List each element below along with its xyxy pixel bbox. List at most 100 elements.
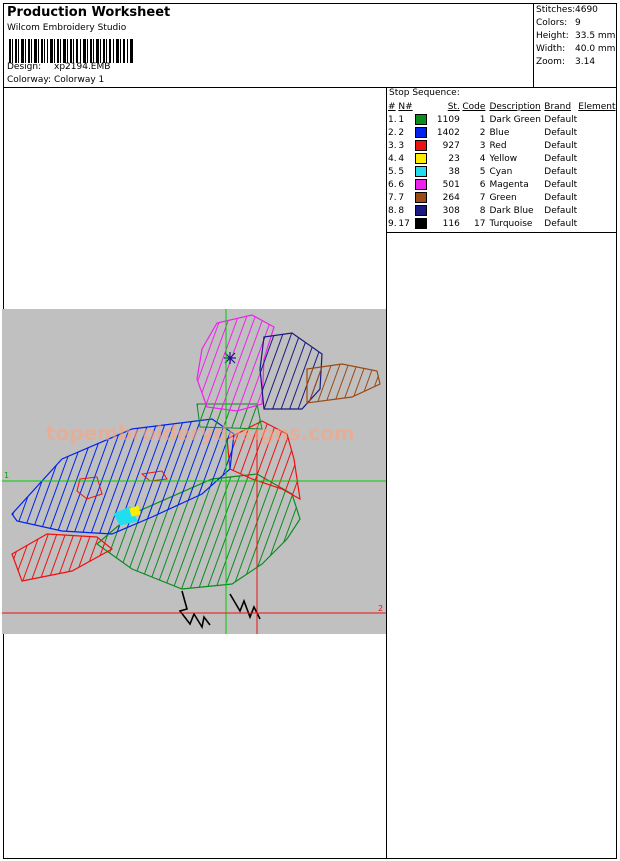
- row-brand: Default: [544, 192, 578, 203]
- table-row: 4. 4 23 4 Yellow Default: [387, 152, 617, 165]
- stop-sequence-title: Stop Sequence:: [389, 88, 460, 98]
- marker-2: 2: [378, 604, 383, 613]
- stat-value: 4690: [575, 5, 598, 15]
- row-element: [578, 126, 617, 139]
- colorway-label: Colorway:: [7, 75, 52, 85]
- row-brand: Default: [544, 127, 578, 138]
- row-element: [578, 165, 617, 178]
- row-brand: Default: [544, 179, 578, 190]
- stat-zoom: Zoom: 3.14: [536, 57, 595, 67]
- row-needle: 7: [398, 192, 405, 203]
- duck-foot-left: [178, 590, 211, 630]
- stop-sequence-panel: Stop Sequence: # N# St. Code Description…: [387, 88, 617, 233]
- row-stitches: 38: [448, 166, 460, 177]
- color-swatch: [414, 139, 437, 152]
- row-stitches: 501: [442, 179, 460, 190]
- color-swatch-box: [414, 179, 427, 190]
- row-description: Dark Green: [489, 114, 541, 125]
- col-header-index: #: [388, 101, 396, 112]
- color-swatch-box: [414, 114, 427, 125]
- row-brand: Default: [544, 205, 578, 216]
- row-element: [578, 191, 617, 204]
- row-description: Green: [489, 192, 517, 203]
- design-value: xp2194.EMB: [54, 62, 111, 72]
- table-row: 9. 17 116 17 Turquoise Default: [387, 217, 617, 230]
- color-swatch-box: [414, 192, 427, 203]
- table-row: 6. 6 501 6 Magenta Default: [387, 178, 617, 191]
- col-header-description: Description: [489, 101, 541, 112]
- row-stitches: 116: [442, 218, 460, 229]
- row-needle: 3: [398, 140, 405, 151]
- row-stitches: 927: [442, 140, 460, 151]
- color-swatch-box: [414, 205, 427, 216]
- col-header-brand: Brand: [544, 101, 572, 112]
- row-element: [578, 204, 617, 217]
- color-swatch: [414, 204, 437, 217]
- row-code: 7: [479, 192, 486, 203]
- row-needle: 6: [398, 179, 405, 190]
- row-code: 6: [479, 179, 486, 190]
- watermark-text: topembroiderydesigns.com: [46, 421, 355, 445]
- row-index: 4.: [388, 153, 397, 164]
- row-element: [578, 152, 617, 165]
- embroidery-artwork: 1 2: [2, 309, 386, 634]
- duck-beak-shape: [306, 363, 381, 404]
- row-brand: Default: [544, 114, 578, 125]
- row-index: 2.: [388, 127, 397, 138]
- stat-label: Colors:: [536, 18, 568, 28]
- color-swatch-box: [414, 153, 427, 164]
- table-row: 5. 5 38 5 Cyan Default: [387, 165, 617, 178]
- stop-sequence-table: # N# St. Code Description Brand Element …: [387, 100, 617, 230]
- col-header-element: Element: [578, 101, 616, 112]
- col-header-stitches: St.: [447, 101, 460, 112]
- row-needle: 5: [398, 166, 405, 177]
- row-description: Dark Blue: [489, 205, 534, 216]
- software-name: Wilcom Embroidery Studio: [7, 23, 127, 33]
- color-swatch-box: [414, 127, 427, 138]
- table-header-row: # N# St. Code Description Brand Element: [387, 100, 617, 113]
- colorway-row: Colorway: Colorway 1: [7, 75, 104, 85]
- row-stitches: 264: [442, 192, 460, 203]
- stat-value: 33.5 mm: [575, 31, 616, 41]
- color-swatch-box: [414, 166, 427, 177]
- stat-value: 3.14: [575, 57, 596, 67]
- row-code: 4: [479, 153, 486, 164]
- marker-1: 1: [4, 471, 9, 480]
- table-row: 3. 3 927 3 Red Default: [387, 139, 617, 152]
- stat-stitches: Stitches: 4690: [536, 5, 598, 15]
- row-code: 17: [473, 218, 486, 229]
- row-code: 5: [479, 166, 486, 177]
- row-index: 6.: [388, 179, 397, 190]
- row-description: Yellow: [489, 153, 518, 164]
- color-swatch: [414, 126, 437, 139]
- col-header-needle: N#: [398, 101, 413, 112]
- row-element: [578, 217, 617, 230]
- row-needle: 2: [398, 127, 405, 138]
- row-needle: 1: [398, 114, 405, 125]
- row-index: 7.: [388, 192, 397, 203]
- duck-foot-right: [229, 593, 261, 620]
- row-brand: Default: [544, 140, 578, 151]
- stat-label: Height:: [536, 31, 569, 41]
- table-row: 8. 8 308 8 Dark Blue Default: [387, 204, 617, 217]
- table-row: 1. 1 1109 1 Dark Green Default: [387, 113, 617, 126]
- color-swatch: [414, 113, 437, 126]
- color-swatch: [414, 165, 437, 178]
- color-swatch: [414, 178, 437, 191]
- color-swatch-box: [414, 140, 427, 151]
- row-code: 2: [479, 127, 486, 138]
- barcode-image: [9, 39, 133, 63]
- row-index: 1.: [388, 114, 397, 125]
- stats-panel: Stitches: 4690 Colors: 9 Height: 33.5 mm Wi…: [534, 3, 617, 88]
- design-row: Design: xp2194.EMB: [7, 62, 110, 72]
- row-index: 3.: [388, 140, 397, 151]
- row-needle: 17: [398, 218, 410, 229]
- color-swatch: [414, 191, 437, 204]
- page-title: Production Worksheet: [7, 5, 171, 20]
- row-description: Cyan: [489, 166, 513, 177]
- stat-value: 9: [575, 18, 581, 28]
- row-code: 3: [479, 140, 486, 151]
- color-swatch: [414, 152, 437, 165]
- row-code: 1: [479, 114, 486, 125]
- row-element: [578, 178, 617, 191]
